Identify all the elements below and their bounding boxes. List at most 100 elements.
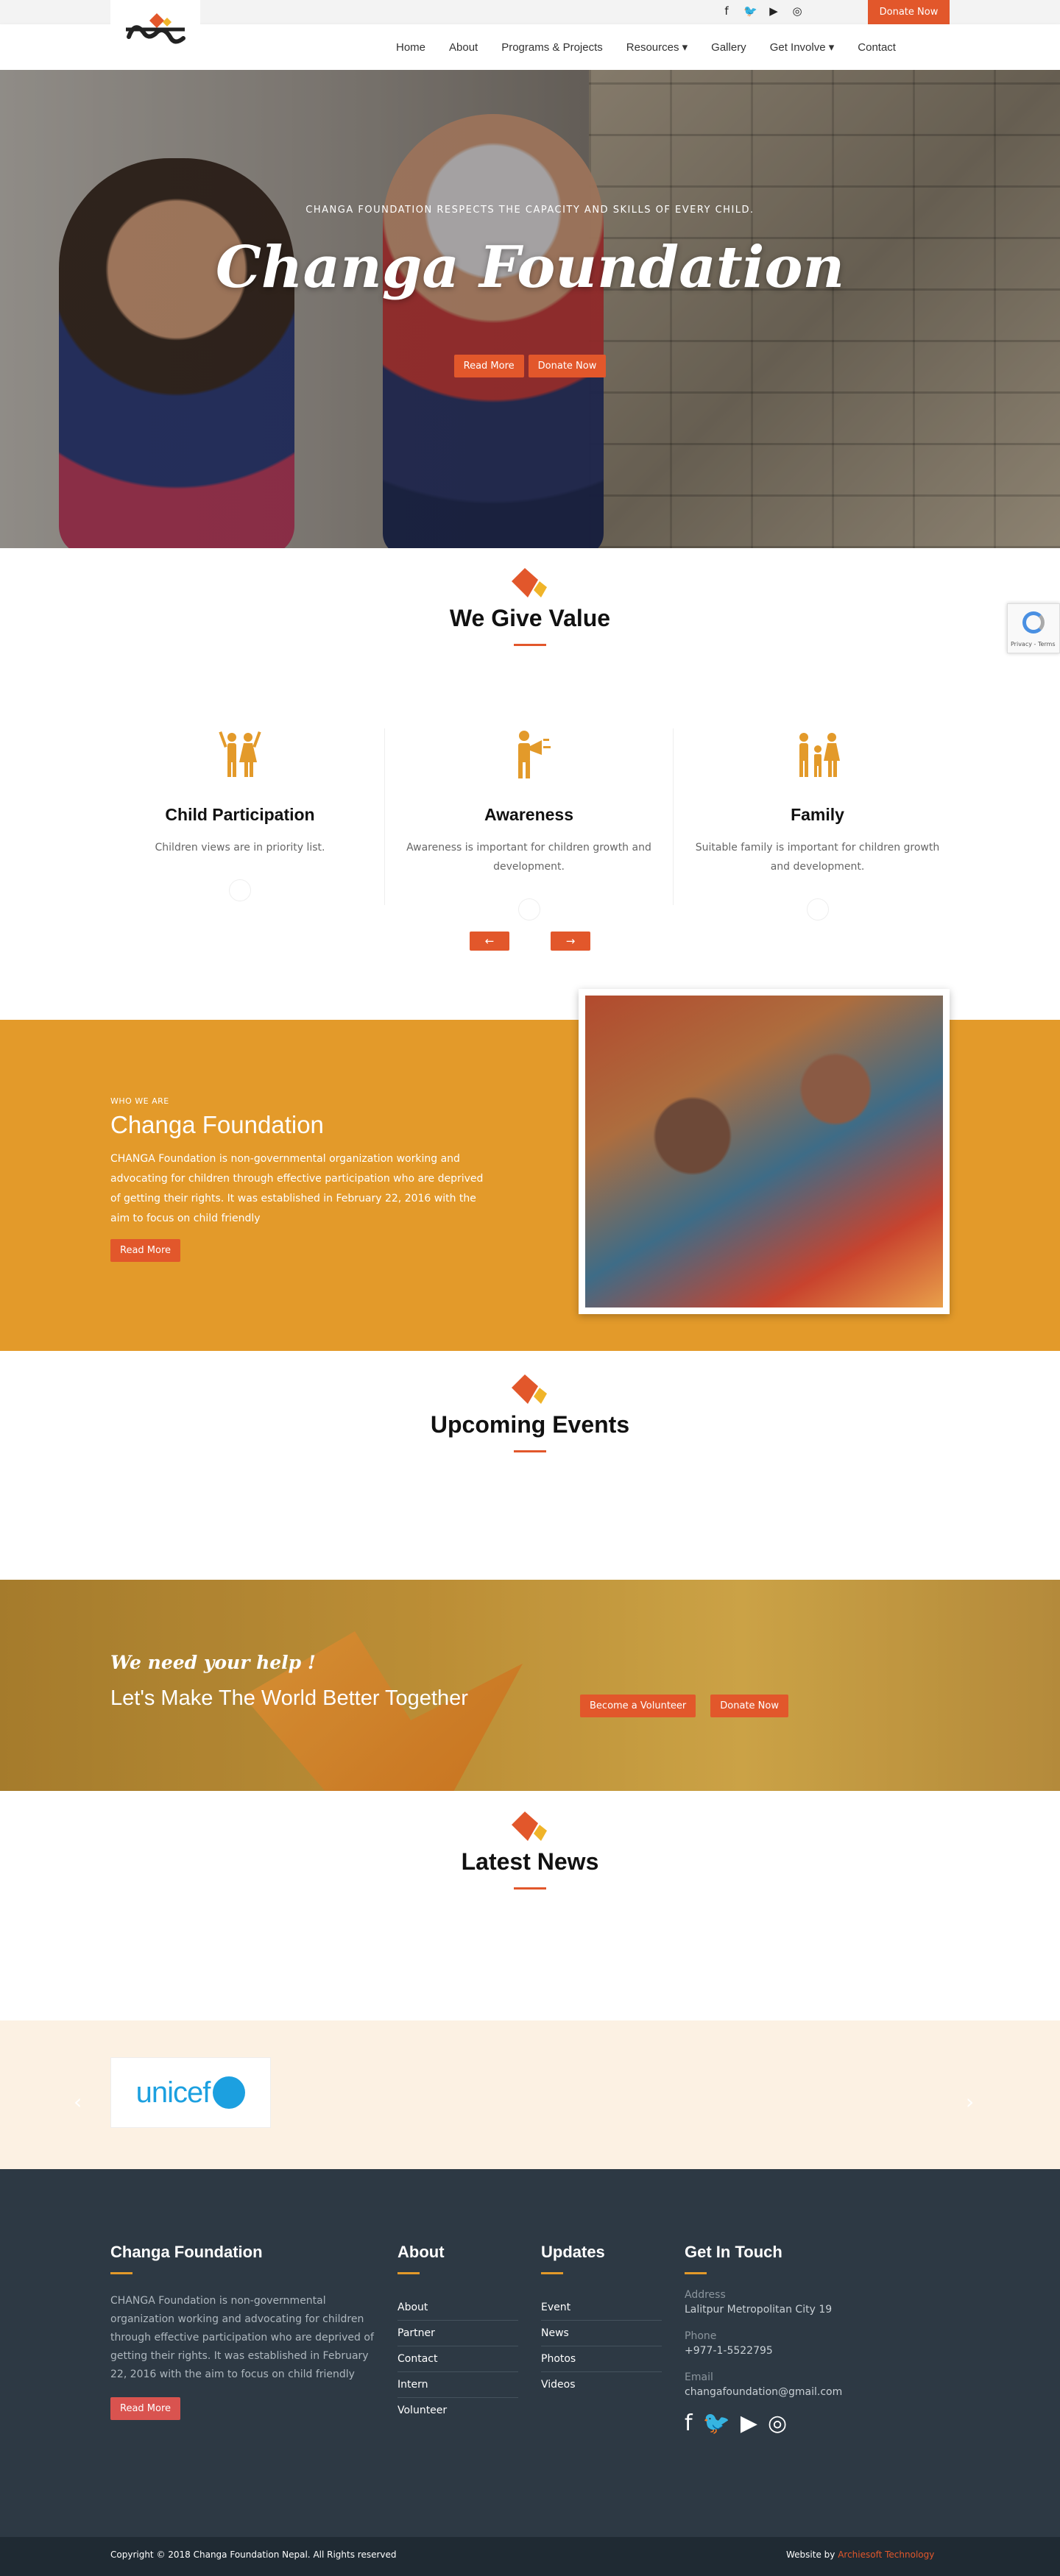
footer-contact-column: Get In Touch Address Lalitpur Metropolit… (685, 2243, 842, 2436)
footer-link-photos[interactable]: Photos (541, 2346, 662, 2372)
footer-about-column: Changa Foundation CHANGA Foundation is n… (110, 2243, 375, 2420)
prev-arrow-button[interactable]: ← (470, 932, 509, 951)
hero-title: Changa Foundation (215, 234, 845, 301)
help-title: Let's Make The World Better Together (110, 1686, 468, 1710)
kite-icon (512, 1812, 547, 1841)
about-text: CHANGA Foundation is non-governmental or… (110, 1153, 484, 1224)
phone-value[interactable]: +977-1-5522795 (685, 2345, 842, 2357)
site-logo[interactable] (110, 0, 200, 66)
nav-resources[interactable]: Resources ▾ (615, 40, 699, 54)
top-donate-button[interactable]: Donate Now (868, 0, 950, 24)
nav-programs[interactable]: Programs & Projects (490, 41, 615, 54)
footer-link-videos[interactable]: Videos (541, 2372, 662, 2397)
credit-text: Website by Archiesoft Technology (786, 2550, 934, 2560)
footer-about-text: CHANGA Foundation is non-governmental or… (110, 2295, 374, 2380)
logo-mark (126, 13, 186, 44)
value-title: Child Participation (165, 805, 315, 824)
hero-read-more-button[interactable]: Read More (453, 355, 524, 377)
copyright-text: Copyright © 2018 Changa Foundation Nepal… (110, 2550, 397, 2560)
partners-next-arrow[interactable]: › (966, 2090, 974, 2114)
footer-link-event[interactable]: Event (541, 2295, 662, 2321)
footer-read-more-button[interactable]: Read More (110, 2397, 181, 2420)
address-value: Lalitpur Metropolitan City 19 (685, 2304, 833, 2316)
footer-link-contact[interactable]: Contact (398, 2346, 518, 2372)
values-title: We Give Value (449, 605, 611, 631)
kite-icon (512, 568, 547, 597)
become-volunteer-button[interactable]: Become a Volunteer (580, 1695, 696, 1717)
volunteer-banner (0, 1580, 1060, 1791)
footer-social-links: f 🐦 ▶ ◎ (685, 2411, 842, 2436)
email-value[interactable]: changafoundation@gmail.com (685, 2386, 842, 2398)
email-label: Email (685, 2371, 713, 2383)
top-social-links: f 🐦 ▶ ◎ (720, 4, 804, 18)
partner-logo-text: unicef (135, 2076, 211, 2109)
credit-prefix: Website by (786, 2550, 838, 2560)
events-heading: Upcoming Events (0, 1373, 1060, 1452)
footer-links-title: About (398, 2243, 445, 2261)
children-icon (219, 731, 261, 777)
hero-banner (0, 70, 1060, 548)
footer-links-column: About About Partner Contact Intern Volun… (398, 2243, 518, 2423)
hero-buttons: Read More Donate Now (0, 355, 1060, 377)
values-heading: We Give Value (0, 567, 1060, 646)
value-text: Suitable family is important for childre… (695, 842, 940, 873)
heading-underline (514, 644, 546, 646)
partners-prev-arrow[interactable]: ‹ (74, 2090, 82, 2114)
help-donate-button[interactable]: Donate Now (710, 1695, 788, 1717)
value-dot (806, 898, 829, 920)
news-heading: Latest News (0, 1810, 1060, 1890)
hero-donate-button[interactable]: Donate Now (528, 355, 607, 377)
footer-link-partner[interactable]: Partner (398, 2321, 518, 2346)
instagram-icon[interactable]: ◎ (768, 2411, 787, 2436)
heading-underline (514, 1450, 546, 1452)
unicef-globe-icon (213, 2076, 246, 2109)
twitter-icon[interactable]: 🐦 (743, 4, 757, 18)
megaphone-icon (517, 731, 551, 778)
footer-link-volunteer[interactable]: Volunteer (398, 2398, 518, 2423)
phone-label: Phone (685, 2330, 717, 2342)
main-nav: Home About Programs & Projects Resources… (384, 24, 908, 70)
about-title: Changa Foundation (110, 1111, 324, 1138)
footer-updates-column: Updates Event News Photos Videos (541, 2243, 662, 2397)
nav-home[interactable]: Home (384, 41, 437, 54)
help-buttons: Become a Volunteer Donate Now (580, 1695, 788, 1717)
news-title: Latest News (461, 1848, 599, 1875)
about-read-more-button[interactable]: Read More (110, 1239, 181, 1262)
value-text: Children views are in priority list. (155, 842, 325, 854)
nav-get-involve[interactable]: Get Involve ▾ (758, 40, 847, 54)
value-dot (517, 898, 540, 920)
kite-icon (512, 1374, 547, 1404)
value-card-family: Family Suitable family is important for … (673, 728, 961, 920)
family-icon (799, 733, 840, 777)
youtube-icon[interactable]: ▶ (741, 2411, 757, 2436)
value-dot (229, 879, 251, 901)
footer-contact-title: Get In Touch (685, 2243, 782, 2261)
heading-underline (514, 1887, 546, 1890)
footer-updates-title: Updates (541, 2243, 605, 2261)
value-title: Awareness (484, 805, 574, 824)
instagram-icon[interactable]: ◎ (791, 4, 804, 18)
credit-link[interactable]: Archiesoft Technology (838, 2550, 934, 2560)
nav-contact[interactable]: Contact (846, 41, 908, 54)
events-title: Upcoming Events (430, 1411, 630, 1438)
footer-link-about[interactable]: About (398, 2295, 518, 2321)
value-card-awareness: Awareness Awareness is important for chi… (384, 728, 673, 920)
twitter-icon[interactable]: 🐦 (703, 2411, 730, 2436)
next-arrow-button[interactable]: → (551, 932, 590, 951)
footer-link-news[interactable]: News (541, 2321, 662, 2346)
about-photo-frame (579, 989, 950, 1314)
footer-about-title: Changa Foundation (110, 2243, 263, 2261)
youtube-icon[interactable]: ▶ (767, 4, 780, 18)
partner-logo-unicef[interactable]: unicef (110, 2057, 271, 2128)
nav-about[interactable]: About (437, 41, 490, 54)
nav-gallery[interactable]: Gallery (699, 41, 758, 54)
value-title: Family (791, 805, 844, 824)
value-text: Awareness is important for children grow… (406, 842, 651, 873)
facebook-icon[interactable]: f (685, 2411, 693, 2436)
values-carousel-arrows: ← → (0, 932, 1060, 951)
address-label: Address (685, 2289, 726, 2301)
about-photo (585, 996, 943, 1307)
footer-link-intern[interactable]: Intern (398, 2372, 518, 2398)
about-kicker: WHO WE ARE (110, 1096, 169, 1106)
facebook-icon[interactable]: f (720, 4, 733, 18)
